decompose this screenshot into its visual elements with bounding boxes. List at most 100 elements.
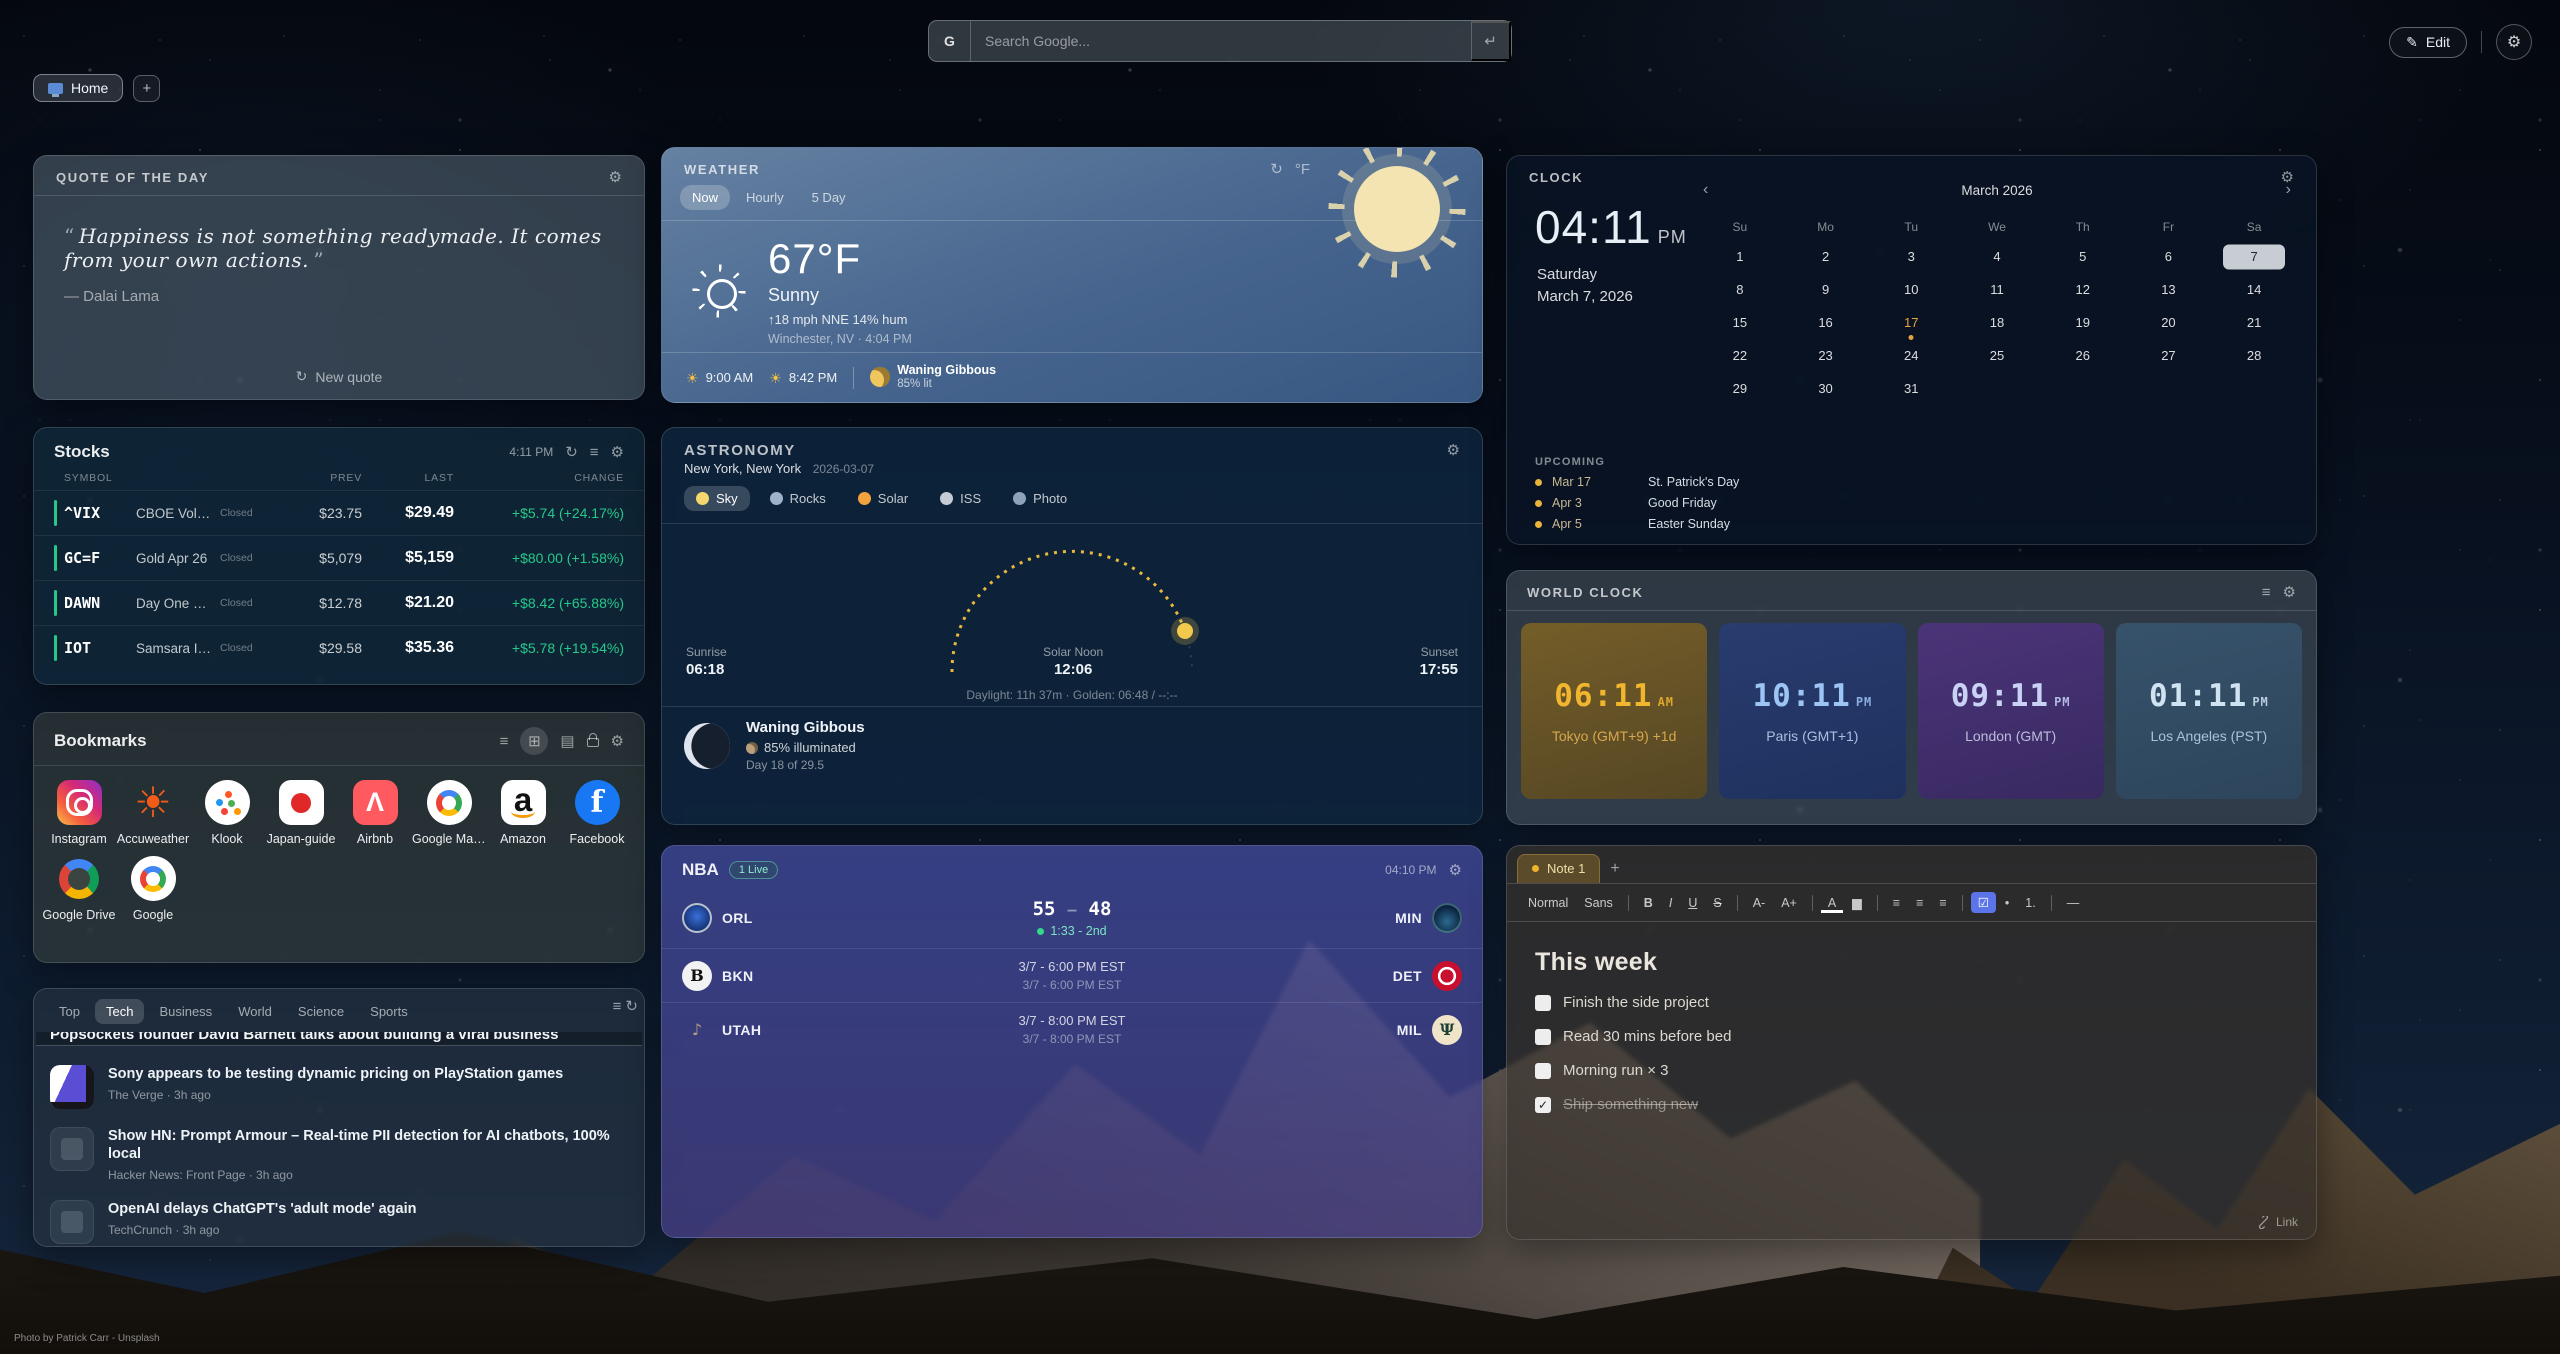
calendar-day[interactable]: 9 — [1783, 273, 1869, 306]
bookmark-item[interactable]: Amazon — [486, 780, 560, 846]
world-clock-card[interactable]: 09:11PM London (GMT) — [1918, 623, 2104, 799]
note-toolbar-button[interactable]: S — [1706, 893, 1728, 913]
note-toolbar-button[interactable]: Normal — [1521, 893, 1575, 913]
upcoming-event[interactable]: Mar 17 St. Patrick's Day — [1535, 475, 1739, 489]
astronomy-tab[interactable]: ISS — [928, 486, 993, 511]
todo-checkbox[interactable] — [1535, 1063, 1551, 1079]
calendar-day[interactable]: 7 — [2211, 240, 2297, 273]
nba-game-row[interactable]: B BKN 3/7 - 6:00 PM EST 3/7 - 6:00 PM ES… — [662, 949, 1482, 1003]
todo-checkbox[interactable] — [1535, 1097, 1551, 1113]
note-toolbar-button[interactable]: A — [1821, 893, 1843, 913]
nba-game-row[interactable]: ♪ UTAH 3/7 - 8:00 PM EST 3/7 - 8:00 PM E… — [662, 1003, 1482, 1056]
note-toolbar-button[interactable]: ≡ — [1886, 893, 1907, 913]
bookmark-item[interactable]: Facebook — [560, 780, 634, 846]
add-note-button[interactable]: + — [1610, 860, 1619, 878]
astronomy-tab[interactable]: Rocks — [758, 486, 838, 511]
calendar-day[interactable]: 12 — [2040, 273, 2126, 306]
compact-view-icon[interactable]: ▤ — [560, 734, 574, 749]
refresh-icon[interactable]: ↻ — [565, 445, 578, 460]
calendar-day[interactable]: 8 — [1697, 273, 1783, 306]
calendar-day[interactable]: 1 — [1697, 240, 1783, 273]
calendar-day[interactable]: 6 — [2126, 240, 2212, 273]
note-toolbar-button[interactable]: ≡ — [1932, 893, 1953, 913]
upcoming-event[interactable]: Apr 3 Good Friday — [1535, 496, 1739, 510]
nba-game-row[interactable]: ORL 55–48 1:33 - 2nd MI — [662, 888, 1482, 949]
calendar-day[interactable]: 17 — [1868, 306, 1954, 339]
stock-row[interactable]: GC=F Gold Apr 26 Closed $5,079 $5,159 +$… — [34, 535, 644, 580]
calendar-day[interactable]: 13 — [2126, 273, 2212, 306]
stock-row[interactable]: DAWN Day One Biopharmaceuticals, Inc. Cl… — [34, 580, 644, 625]
calendar-next-icon[interactable]: › — [2280, 181, 2297, 199]
bookmark-item[interactable]: Google Drive — [42, 856, 116, 922]
calendar-day[interactable]: 15 — [1697, 306, 1783, 339]
todo-item[interactable]: Finish the side project — [1535, 994, 2288, 1011]
news-tab[interactable]: Science — [287, 999, 355, 1024]
astronomy-tab[interactable]: Sky — [684, 486, 750, 511]
add-tab-button[interactable]: + — [133, 75, 160, 102]
calendar-day[interactable]: 21 — [2211, 306, 2297, 339]
news-item[interactable]: OpenAI delays ChatGPT's 'adult mode' aga… — [50, 1191, 628, 1247]
calendar-day[interactable]: 26 — [2040, 339, 2126, 372]
news-tab[interactable]: Business — [148, 999, 223, 1024]
news-refresh-icon[interactable]: ↻ — [625, 999, 638, 1014]
note-toolbar-button[interactable] — [1628, 895, 1629, 911]
calendar-day[interactable]: 19 — [2040, 306, 2126, 339]
tab-home[interactable]: Home — [33, 74, 123, 102]
astronomy-tab[interactable]: Solar — [846, 486, 920, 511]
stock-row[interactable]: ^VIX CBOE Volatility Index Closed $23.75… — [34, 490, 644, 535]
bookmark-item[interactable]: Accuweather — [116, 780, 190, 846]
todo-item[interactable]: Morning run × 3 — [1535, 1062, 2288, 1079]
gear-icon[interactable]: ⚙ — [611, 445, 624, 460]
news-tab[interactable]: Top — [48, 999, 91, 1024]
todo-checkbox[interactable] — [1535, 995, 1551, 1011]
note-toolbar-button[interactable] — [1962, 895, 1963, 911]
calendar-day[interactable]: 16 — [1783, 306, 1869, 339]
weather-unit-toggle[interactable]: °F — [1295, 162, 1310, 177]
bookmark-item[interactable]: Japan-guide — [264, 780, 338, 846]
calendar-day[interactable]: 2 — [1783, 240, 1869, 273]
edit-layout-button[interactable]: ✎ Edit — [2389, 27, 2467, 58]
lock-icon[interactable] — [587, 732, 599, 750]
calendar-day[interactable]: 30 — [1783, 372, 1869, 405]
list-icon[interactable]: ≡ — [590, 445, 599, 460]
note-toolbar-button[interactable]: U — [1681, 893, 1704, 913]
calendar-day[interactable]: 10 — [1868, 273, 1954, 306]
note-toolbar-button[interactable]: I — [1662, 893, 1679, 913]
note-toolbar-button[interactable] — [2051, 895, 2052, 911]
search-input[interactable] — [971, 21, 1471, 61]
calendar-day[interactable]: 4 — [1954, 240, 2040, 273]
note-toolbar-button[interactable]: — — [2060, 893, 2087, 913]
todo-item[interactable]: Read 30 mins before bed — [1535, 1028, 2288, 1045]
news-tab[interactable]: Sports — [359, 999, 419, 1024]
note-heading[interactable]: This week — [1535, 948, 2288, 977]
photo-credit[interactable]: Photo by Patrick Carr - Unsplash — [14, 1333, 160, 1344]
calendar-day[interactable]: 25 — [1954, 339, 2040, 372]
list-icon[interactable]: ≡ — [2262, 585, 2271, 600]
bookmark-item[interactable]: Instagram — [42, 780, 116, 846]
gear-icon[interactable]: ⚙ — [1447, 443, 1460, 458]
calendar-day[interactable]: 11 — [1954, 273, 2040, 306]
todo-checkbox[interactable] — [1535, 1029, 1551, 1045]
calendar-prev-icon[interactable]: ‹ — [1697, 181, 1714, 199]
calendar-day[interactable]: 31 — [1868, 372, 1954, 405]
note-toolbar-button[interactable]: Sans — [1577, 893, 1620, 913]
grid-view-icon[interactable]: ⊞ — [520, 727, 548, 755]
note-tab[interactable]: Note 1 — [1517, 854, 1600, 883]
astronomy-tab[interactable]: Photo — [1001, 486, 1079, 511]
world-clock-card[interactable]: 10:11PM Paris (GMT+1) — [1719, 623, 1905, 799]
news-tab[interactable]: World — [227, 999, 283, 1024]
calendar-day[interactable]: 23 — [1783, 339, 1869, 372]
new-quote-button[interactable]: ↻ New quote — [296, 368, 383, 385]
world-clock-card[interactable]: 01:11PM Los Angeles (PST) — [2116, 623, 2302, 799]
bookmark-item[interactable]: Airbnb — [338, 780, 412, 846]
note-toolbar-button[interactable] — [1812, 895, 1813, 911]
news-tab[interactable]: Tech — [95, 999, 144, 1024]
weather-tab[interactable]: 5 Day — [800, 185, 858, 210]
calendar-day[interactable]: 24 — [1868, 339, 1954, 372]
gear-icon[interactable]: ⚙ — [611, 734, 624, 749]
calendar-day[interactable]: 3 — [1868, 240, 1954, 273]
todo-item[interactable]: Ship something new — [1535, 1096, 2288, 1113]
enter-icon[interactable]: ↵ — [1484, 32, 1497, 50]
news-list-icon[interactable]: ≡ — [613, 999, 622, 1014]
list-view-icon[interactable]: ≡ — [500, 734, 509, 749]
